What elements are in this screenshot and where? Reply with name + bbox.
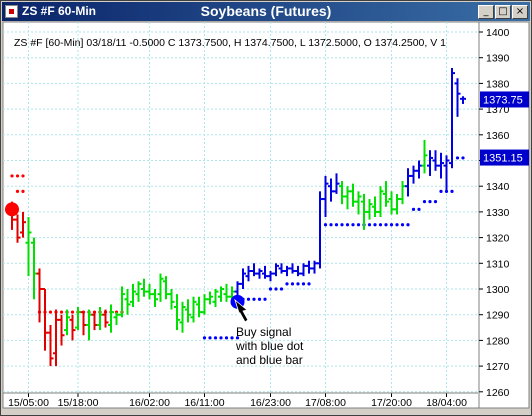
x-tick-label: 15/18:00 xyxy=(58,397,99,409)
x-tick-label: 17/08:00 xyxy=(305,397,346,409)
blue-dot xyxy=(224,336,229,340)
blue-dot xyxy=(279,287,284,291)
blue-dot xyxy=(230,336,234,340)
price-label: 1351.15 xyxy=(480,149,529,166)
blue-dot xyxy=(274,287,278,291)
price-label-text: 1351.15 xyxy=(483,153,523,165)
x-tick-label: 15/05:00 xyxy=(8,397,49,409)
red-dot xyxy=(15,174,20,178)
blue-dot xyxy=(422,200,427,204)
y-tick-label: 1260 xyxy=(486,387,510,399)
blue-dot xyxy=(202,336,207,340)
x-tick-label: 16/11:00 xyxy=(184,397,224,409)
red-dot xyxy=(21,174,25,178)
blue-dot xyxy=(301,282,306,286)
red-dot xyxy=(48,310,53,314)
blue-dot xyxy=(285,282,289,286)
blue-dot xyxy=(219,336,223,340)
blue-dot xyxy=(334,223,339,227)
blue-dot xyxy=(268,287,273,291)
x-tick-label: 17/20:00 xyxy=(371,397,412,409)
blue-dot xyxy=(323,223,328,227)
red-dot xyxy=(70,310,75,314)
blue-dot xyxy=(428,200,432,204)
blue-dot xyxy=(406,223,410,227)
blue-dot xyxy=(433,200,438,204)
y-tick-label: 1300 xyxy=(486,284,510,296)
blue-dot xyxy=(367,223,372,227)
blue-dot xyxy=(461,156,465,160)
sell-signal-dot xyxy=(5,202,19,217)
red-dot xyxy=(10,174,14,178)
y-tick-label: 1340 xyxy=(486,181,510,193)
blue-dot xyxy=(356,223,361,227)
blue-dot xyxy=(257,297,262,301)
y-tick-label: 1390 xyxy=(486,53,510,65)
blue-dot xyxy=(246,297,251,301)
price-chart: 1260127012801290130013101320133013401350… xyxy=(2,21,530,409)
blue-dot xyxy=(455,156,460,160)
blue-dot xyxy=(296,282,300,286)
y-tick-label: 1380 xyxy=(486,78,510,90)
y-tick-label: 1270 xyxy=(486,361,510,373)
y-tick-label: 1320 xyxy=(486,233,510,245)
blue-dot xyxy=(307,282,311,286)
blue-dot xyxy=(345,223,350,227)
blue-dot xyxy=(340,223,344,227)
y-tick-label: 1310 xyxy=(486,258,510,270)
blue-dot xyxy=(400,223,405,227)
blue-dot xyxy=(351,223,355,227)
y-tick-label: 1280 xyxy=(486,335,510,347)
blue-dot xyxy=(384,223,388,227)
x-tick-label: 16/23:00 xyxy=(250,397,291,409)
annotation-line-1: Buy signal xyxy=(236,325,291,339)
annotation-line-2: with blue dot xyxy=(235,339,304,353)
blue-dot xyxy=(389,223,394,227)
y-tick-label: 1330 xyxy=(486,207,510,219)
blue-dot xyxy=(395,223,399,227)
blue-dot xyxy=(378,223,383,227)
red-dot xyxy=(21,189,25,193)
y-tick-label: 1360 xyxy=(486,130,510,142)
blue-dot xyxy=(439,189,443,193)
blue-dot xyxy=(208,336,212,340)
y-tick-label: 1290 xyxy=(486,310,510,322)
annotation-line-3: and blue bar xyxy=(236,353,303,367)
chart-info-line: ZS #F [60-Min] 03/18/11 -0.5000 C 1373.7… xyxy=(14,37,446,49)
blue-dot xyxy=(252,297,256,301)
blue-dot xyxy=(411,207,416,211)
blue-dot xyxy=(373,223,377,227)
x-tick-label: 16/02:00 xyxy=(129,397,170,409)
y-tick-label: 1400 xyxy=(486,27,510,39)
blue-dot xyxy=(290,282,295,286)
blue-dot xyxy=(450,189,454,193)
blue-dot xyxy=(213,336,218,340)
price-label: 1373.75 xyxy=(480,91,529,108)
blue-dot xyxy=(329,223,333,227)
red-dot xyxy=(59,310,64,314)
x-tick-label: 18/04:00 xyxy=(426,397,467,409)
blue-dot xyxy=(417,207,421,211)
red-dot xyxy=(15,189,20,193)
price-label-text: 1373.75 xyxy=(483,94,523,106)
blue-dot xyxy=(263,297,267,301)
